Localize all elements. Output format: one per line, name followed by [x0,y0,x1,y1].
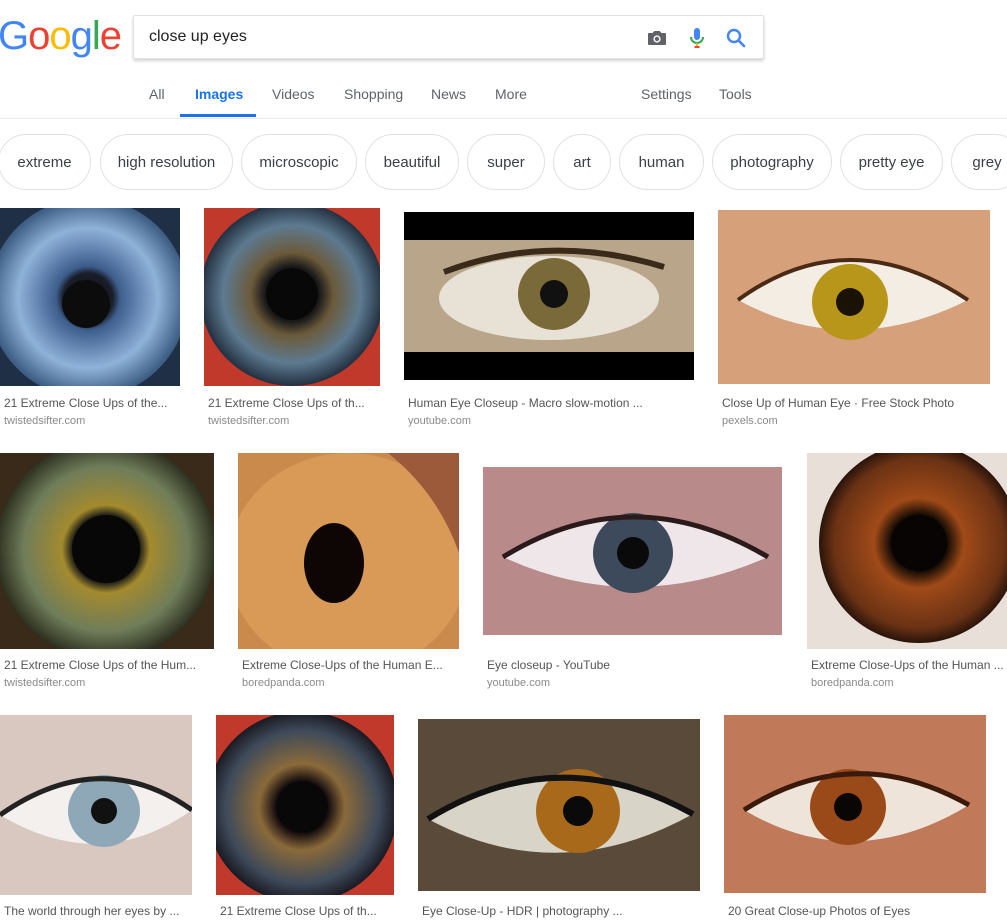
chip-super[interactable]: super [467,134,545,190]
result-tile[interactable]: Eye Close-Up - HDR | photography ... [418,715,701,924]
result-tile[interactable]: 20 Great Close-up Photos of Eyes [724,715,987,924]
tab-settings[interactable]: Settings [641,86,692,102]
header: Google close up eyes All Images Videos S… [0,0,1007,119]
related-search-chips: extreme high resolution microscopic beau… [0,118,1007,204]
result-thumbnail[interactable] [0,208,180,386]
logo-letter: o [49,14,71,58]
tab-tools[interactable]: Tools [719,86,752,102]
tab-videos[interactable]: Videos [272,86,315,102]
tab-shopping[interactable]: Shopping [344,86,403,102]
logo-letter: g [70,14,93,58]
google-logo[interactable]: Google [0,14,122,59]
result-tile[interactable]: 21 Extreme Close Ups of th... twistedsif… [204,208,385,430]
result-caption[interactable]: 21 Extreme Close Ups of the... [4,396,179,410]
result-source: youtube.com [408,415,471,427]
result-thumbnail[interactable] [204,208,380,386]
result-caption[interactable]: 20 Great Close-up Photos of Eyes [728,904,983,918]
chip-high-resolution[interactable]: high resolution [100,134,233,190]
result-source: twistedsifter.com [4,415,86,427]
tab-news[interactable]: News [431,86,466,102]
search-icon[interactable] [724,26,748,50]
result-caption[interactable]: Extreme Close-Ups of the Human E... [242,658,454,672]
chip-pretty-eye[interactable]: pretty eye [840,134,943,190]
result-thumbnail[interactable] [216,715,394,895]
chip-art[interactable]: art [553,134,611,190]
result-caption[interactable]: Eye Close-Up - HDR | photography ... [422,904,692,918]
tab-images[interactable]: Images [195,86,243,102]
result-caption[interactable]: Extreme Close-Ups of the Human ... [811,658,1007,672]
result-tile[interactable]: 21 Extreme Close Ups of th... [216,715,394,924]
result-source: twistedsifter.com [4,677,86,689]
result-tile[interactable]: 21 Extreme Close Ups of the Hum... twist… [0,453,214,693]
result-tile[interactable]: Extreme Close-Ups of the Human ... bored… [807,453,1007,693]
search-tabs: All Images Videos Shopping News More Set… [0,72,1007,118]
result-source: boredpanda.com [242,677,325,689]
result-caption[interactable]: 21 Extreme Close Ups of th... [220,904,390,918]
result-source: twistedsifter.com [208,415,290,427]
result-thumbnail[interactable] [238,453,459,649]
tab-all[interactable]: All [149,86,165,102]
chip-extreme[interactable]: extreme [0,134,91,190]
logo-letter: e [99,14,122,58]
chip-human[interactable]: human [619,134,704,190]
search-input[interactable]: close up eyes [149,28,247,46]
chip-grey[interactable]: grey [951,134,1007,190]
result-caption[interactable]: 21 Extreme Close Ups of th... [208,396,378,410]
result-thumbnail[interactable] [0,453,214,649]
result-thumbnail[interactable] [0,715,192,895]
tab-more[interactable]: More [495,86,527,102]
mic-icon[interactable] [685,26,709,50]
result-thumbnail[interactable] [718,210,990,384]
chip-photography[interactable]: photography [712,134,832,190]
result-thumbnail[interactable] [724,715,986,893]
result-thumbnail[interactable] [418,719,700,891]
result-tile[interactable]: Close Up of Human Eye · Free Stock Photo… [718,208,1007,430]
active-tab-indicator [180,114,256,117]
result-tile[interactable]: Human Eye Closeup - Macro slow-motion ..… [404,208,696,430]
result-tile[interactable]: Eye closeup - YouTube youtube.com [483,453,783,693]
logo-letter: G [0,14,29,58]
result-tile[interactable]: Extreme Close-Ups of the Human E... bore… [238,453,459,693]
result-thumbnail[interactable] [404,212,694,380]
chip-microscopic[interactable]: microscopic [241,134,357,190]
result-tile[interactable]: The world through her eyes by ... [0,715,192,924]
result-source: pexels.com [722,415,778,427]
result-caption[interactable]: The world through her eyes by ... [4,904,190,918]
result-caption[interactable]: 21 Extreme Close Ups of the Hum... [4,658,209,672]
result-caption[interactable]: Eye closeup - YouTube [487,658,777,672]
result-tile[interactable]: 21 Extreme Close Ups of the... twistedsi… [0,208,181,430]
logo-letter: o [28,14,50,58]
result-caption[interactable]: Human Eye Closeup - Macro slow-motion ..… [408,396,658,410]
result-caption[interactable]: Close Up of Human Eye · Free Stock Photo [722,396,982,410]
result-thumbnail[interactable] [807,453,1007,649]
chip-beautiful[interactable]: beautiful [365,134,459,190]
result-source: boredpanda.com [811,677,894,689]
result-thumbnail[interactable] [483,467,782,635]
result-source: youtube.com [487,677,550,689]
camera-icon[interactable] [645,26,669,50]
logo-letter: l [91,14,101,58]
search-box[interactable]: close up eyes [133,15,764,59]
